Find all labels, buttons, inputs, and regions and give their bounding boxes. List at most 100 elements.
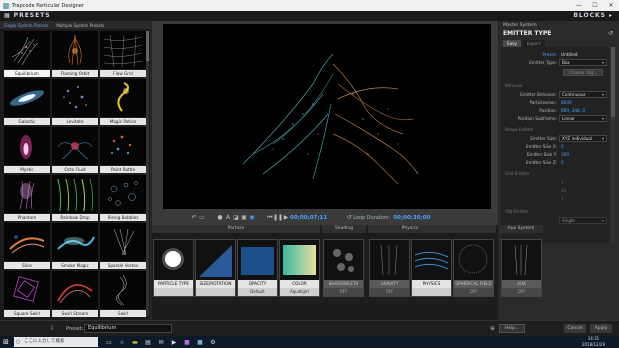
taskbar-clock[interactable]: 14:31 2018/12/29 (582, 336, 605, 347)
render-icon[interactable]: ● (216, 214, 224, 222)
preset-sparkle-vortex[interactable]: Sparkle Vortex (100, 223, 146, 271)
media-icon[interactable]: ▶ (169, 337, 179, 347)
position-value[interactable]: 660, 348, 0 (561, 108, 585, 113)
clock-date: 2018/12/29 (581, 341, 605, 347)
block-image (413, 241, 450, 279)
preset-thumbnail (4, 79, 50, 117)
title-bar: Trapcode Particular Designer — ☐ ✕ (0, 0, 619, 11)
position-subframe-row: Position Subframe: Linear (501, 115, 609, 122)
block-opacity[interactable]: OPACITY Default (237, 239, 278, 297)
add-icon[interactable]: ⊕ (490, 325, 495, 332)
minimize-icon[interactable]: — (571, 0, 587, 11)
save-preset-icon[interactable]: ⇩ (50, 325, 55, 332)
preset-rising-bubbles[interactable]: Rising Bubbles (100, 175, 146, 223)
aftereffects-icon[interactable]: ■ (182, 337, 192, 347)
size-z-value[interactable]: 0 (561, 160, 564, 165)
reset-icon[interactable]: ↺ (608, 30, 613, 37)
emitter-behavior-dropdown[interactable]: Continuous (559, 91, 607, 98)
preset-smoke-magic[interactable]: Smoke Magic (52, 223, 98, 271)
preset-flow-grid[interactable]: Flow Grid (100, 31, 146, 79)
designer-icon[interactable]: ■ (195, 337, 205, 347)
preset-mystic[interactable]: Mystic (4, 127, 50, 175)
preset-swirl[interactable]: Swirl (100, 271, 146, 319)
task-view-icon[interactable]: ▭ (104, 337, 114, 347)
taskbar-search[interactable]: ここに入力して検索 (14, 337, 98, 347)
block-color[interactable]: COLOR Aqualight (279, 239, 320, 297)
presets-scrollbar[interactable] (146, 31, 149, 316)
preset-swirl-stream[interactable]: Swirl Stream (52, 271, 98, 319)
preset-slice[interactable]: Slice (4, 223, 50, 271)
motion-icon[interactable]: ◪ (232, 214, 240, 222)
block-label: GRAVITY (370, 280, 409, 288)
preset-levitate[interactable]: Levitate (52, 79, 98, 127)
size-x-value[interactable]: 0 (561, 144, 564, 149)
preset-equilibrium[interactable]: Equilibrium (4, 31, 50, 79)
windows-start-icon[interactable]: ⊞ (3, 338, 9, 346)
choose-obj-button[interactable]: Choose OBJ... (563, 69, 603, 76)
inspector-scrollbar[interactable] (611, 47, 615, 243)
explorer-icon[interactable]: ▬ (130, 337, 140, 347)
text-icon[interactable]: A (224, 214, 232, 222)
emitter-size-dropdown[interactable]: XYZ Individual (559, 135, 607, 142)
size-y-value[interactable]: 300 (561, 152, 569, 157)
emitter-type-dropdown[interactable]: Box (559, 59, 607, 66)
display-icon[interactable]: ▣ (240, 214, 248, 222)
bottom-preset-field[interactable]: Equilibrium (84, 324, 172, 333)
obj-dropdown[interactable]: Single (559, 217, 607, 224)
preset-octo-fluid[interactable]: Octo Fluid (52, 127, 98, 175)
block-shadowlets[interactable]: SHADOWLETS OFF (323, 239, 364, 297)
particle-preview[interactable] (163, 24, 491, 209)
settings-icon[interactable]: ⚙ (208, 337, 218, 347)
grid-value-2: 42 (561, 188, 567, 193)
loop-duration[interactable]: 00;00;30;00 (393, 215, 430, 221)
grid-value-3: 1 (561, 196, 564, 201)
preset-rainbow-drop[interactable]: Rainbow Drop (52, 175, 98, 223)
help-button[interactable]: Help... (499, 324, 525, 333)
header-bar: ▦ PRESETS BLOCKS ▸ (0, 11, 619, 21)
block-sub: OFF (370, 288, 409, 296)
presets-header[interactable]: ▦ PRESETS (4, 12, 51, 19)
tab-single-system[interactable]: Single System Presets (0, 23, 52, 28)
edge-icon[interactable]: e (117, 337, 127, 347)
preset-label: Flow Grid (100, 70, 146, 77)
block-physics[interactable]: PHYSICS (411, 239, 452, 297)
preset-flaming-orbit[interactable]: Flaming Orbit (52, 31, 98, 79)
block-gravity[interactable]: GRAVITY OFF (369, 239, 410, 297)
store-icon[interactable]: ▤ (143, 337, 153, 347)
tab-easy[interactable]: Easy (503, 40, 521, 47)
preset-thumbnail (4, 127, 50, 165)
close-icon[interactable]: ✕ (603, 0, 619, 11)
preset-grid: Equilibrium Flaming Orbit Flow Grid Gala… (4, 31, 148, 319)
preset-phantom[interactable]: Phantom (4, 175, 50, 223)
block-particle-type[interactable]: PARTICLE TYPE (153, 239, 194, 297)
blocks-header[interactable]: BLOCKS ▸ (573, 12, 613, 19)
scrollbar-thumb[interactable] (146, 31, 149, 61)
camera-icon[interactable]: ▭ (198, 214, 206, 222)
cancel-button[interactable]: Cancel (564, 324, 586, 333)
inspector-scroll-thumb[interactable] (611, 47, 615, 117)
preset-paint-rattle[interactable]: Paint Rattle (100, 127, 146, 175)
undo-icon[interactable]: ↶ (190, 214, 198, 222)
block-size-rotation[interactable]: SIZE/ROTATION (195, 239, 236, 297)
mail-icon[interactable]: ✉ (156, 337, 166, 347)
preset-magic-potion[interactable]: Magic Potion (100, 79, 146, 127)
pause-icon[interactable]: ❚❚ (273, 214, 283, 222)
position-subframe-dropdown[interactable]: Linear (559, 115, 607, 122)
preset-galactic[interactable]: Galactic (4, 79, 50, 127)
eye-icon[interactable]: ◉ (248, 214, 256, 222)
apply-button[interactable]: Apply (590, 324, 612, 333)
grid-row-1: 1 (501, 179, 609, 186)
block-label: SHADOWLETS (324, 280, 363, 288)
size-z-label: Emitter Size Z: (525, 160, 557, 165)
tab-expert[interactable]: Expert (522, 40, 545, 47)
block-spherical-field[interactable]: SPHERICAL FIELD OFF (453, 239, 494, 297)
loop-icon[interactable]: ↺ (345, 214, 353, 222)
maximize-icon[interactable]: ☐ (587, 0, 603, 11)
particles-sec-value[interactable]: 8000 (561, 100, 572, 105)
obj-section: OBJ Emitter (505, 209, 529, 214)
preset-square-swirl[interactable]: Square Swirl (4, 271, 50, 319)
presets-panel: Single System Presets Multiple System Pr… (0, 21, 150, 320)
block-aux[interactable]: AUX OFF (501, 239, 542, 297)
tab-multiple-system[interactable]: Multiple System Presets (52, 23, 108, 28)
play-icon[interactable]: ▶ (282, 214, 290, 222)
